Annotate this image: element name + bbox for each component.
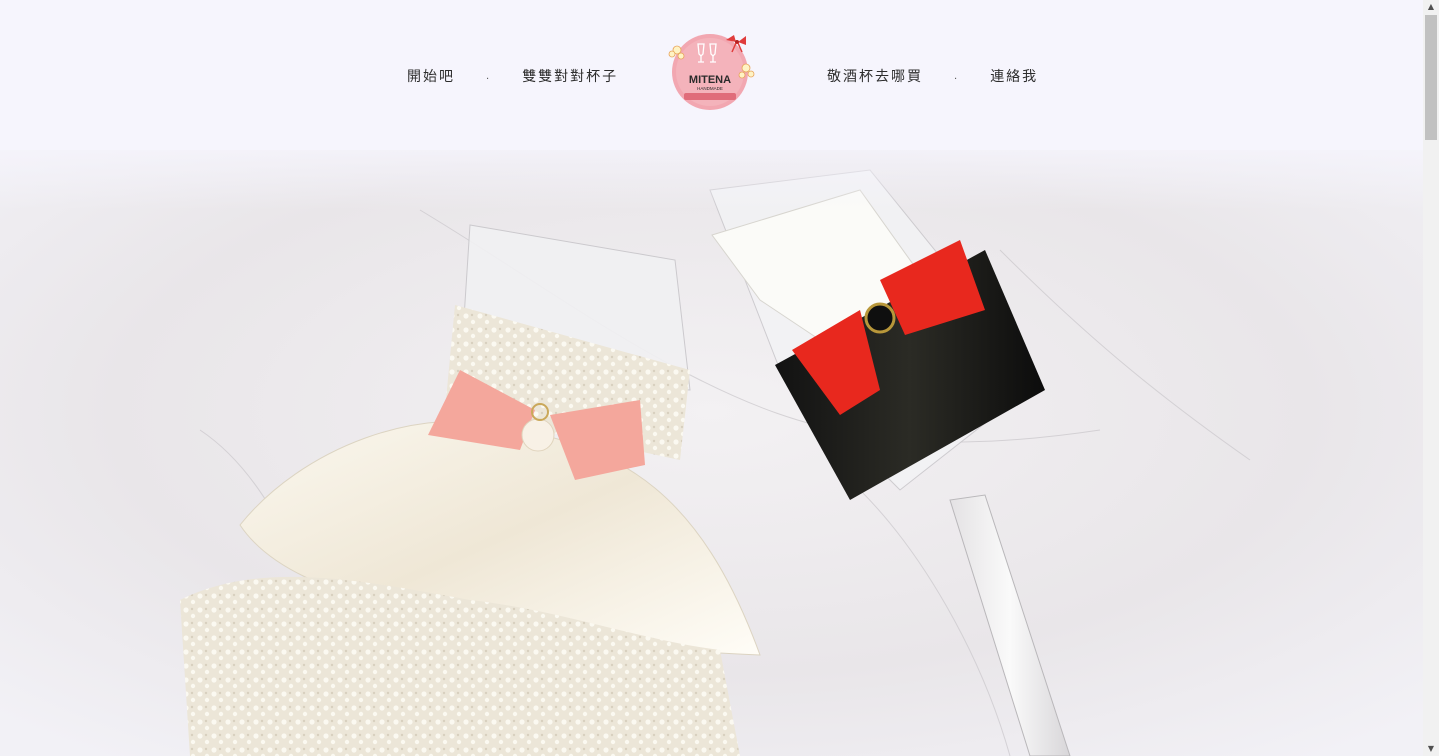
- site-logo[interactable]: MITENA HANDMADE: [666, 30, 756, 114]
- nav-link-where-to-buy[interactable]: 敬酒杯去哪買: [827, 66, 923, 86]
- scroll-up-arrow-icon[interactable]: ▲: [1423, 0, 1439, 14]
- nav-left: 開始吧 . 雙雙對對杯子: [407, 66, 618, 86]
- nav-link-start[interactable]: 開始吧: [407, 66, 455, 86]
- logo-sub: HANDMADE: [697, 86, 723, 91]
- vertical-scrollbar[interactable]: ▲ ▼: [1423, 0, 1439, 756]
- nav-separator: .: [954, 70, 960, 82]
- hero-image-wedding-glasses: [0, 130, 1423, 756]
- logo-brand: MITENA: [689, 74, 731, 86]
- logo-graphic: MITENA HANDMADE: [668, 34, 755, 110]
- scroll-down-arrow-icon[interactable]: ▼: [1423, 742, 1439, 756]
- nav-link-couple-glasses[interactable]: 雙雙對對杯子: [522, 66, 618, 86]
- page: 開始吧 . 雙雙對對杯子 MITENA HANDMADE 敬酒杯去哪買 . 連絡…: [0, 0, 1423, 756]
- scroll-thumb[interactable]: [1425, 15, 1437, 140]
- nav-link-contact[interactable]: 連絡我: [990, 66, 1038, 86]
- nav-separator: .: [486, 70, 492, 82]
- nav-right: 敬酒杯去哪買 . 連絡我: [827, 66, 1038, 86]
- site-header: 開始吧 . 雙雙對對杯子 MITENA HANDMADE 敬酒杯去哪買 . 連絡…: [0, 0, 1423, 150]
